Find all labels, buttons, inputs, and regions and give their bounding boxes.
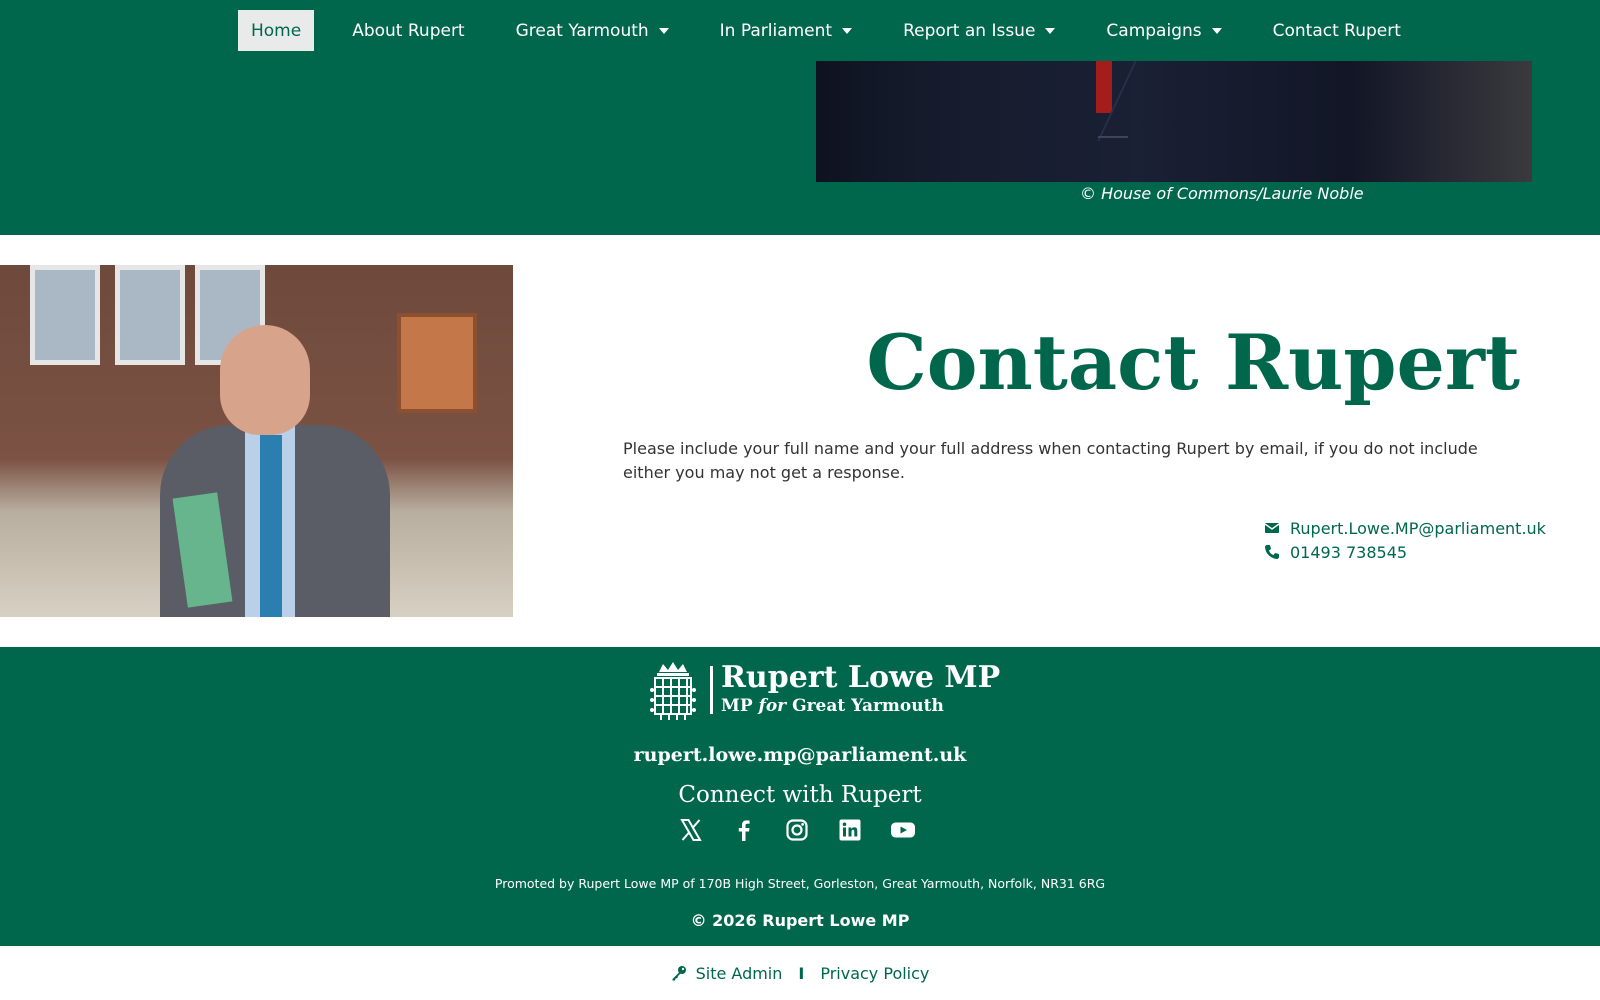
- nav-item-contact-rupert[interactable]: Contact Rupert: [1260, 10, 1414, 51]
- photo-window: [30, 265, 100, 365]
- photo-head: [220, 325, 310, 435]
- hero-pocket: [1098, 136, 1128, 138]
- linkedin-icon[interactable]: [837, 817, 863, 843]
- nav-list: Home About Rupert Great Yarmouth In Parl…: [238, 10, 1414, 51]
- nav-item-home[interactable]: Home: [238, 10, 315, 51]
- privacy-policy-label: Privacy Policy: [820, 963, 930, 983]
- photo-poster: [397, 313, 477, 413]
- hero-banner: [0, 61, 1600, 235]
- phone-link[interactable]: 01493 738545: [1264, 540, 1546, 564]
- logo-sub-prefix: MP: [721, 696, 753, 716]
- privacy-policy-link[interactable]: Privacy Policy: [820, 964, 929, 983]
- caret-down-icon: [1045, 27, 1056, 34]
- nav-item-about-rupert[interactable]: About Rupert: [339, 10, 477, 51]
- nav-item-great-yarmouth[interactable]: Great Yarmouth: [503, 10, 682, 51]
- photo-credit: © House of Commons/Laurie Noble: [1080, 184, 1364, 203]
- footer: Rupert Lowe MP MP for Great Yarmouth rup…: [0, 647, 1600, 946]
- phone-text: 01493 738545: [1290, 542, 1408, 562]
- page-title: Contact Rupert: [866, 318, 1520, 407]
- email-link[interactable]: Rupert.Lowe.MP@parliament.uk: [1264, 516, 1546, 540]
- nav-label: Report an Issue: [903, 20, 1036, 41]
- email-text: Rupert.Lowe.MP@parliament.uk: [1290, 518, 1546, 538]
- caret-down-icon: [842, 27, 853, 34]
- copyright: © 2026 Rupert Lowe MP: [690, 911, 910, 930]
- nav-item-report-an-issue[interactable]: Report an Issue: [890, 10, 1068, 51]
- link-separator: I: [798, 963, 805, 983]
- contact-instructions: Please include your full name and your f…: [623, 439, 1478, 482]
- caret-down-icon: [1211, 27, 1222, 34]
- nav-label: Great Yarmouth: [515, 20, 649, 41]
- contact-details: Rupert.Lowe.MP@parliament.uk 01493 73854…: [1264, 516, 1546, 564]
- photo-person: [160, 325, 390, 617]
- logo-name: Rupert Lowe MP: [721, 660, 1001, 695]
- footer-logo[interactable]: Rupert Lowe MP MP for Great Yarmouth: [649, 660, 1000, 722]
- portcullis-icon: [650, 662, 696, 720]
- connect-heading: Connect with Rupert: [678, 782, 922, 808]
- nav-label: Home: [251, 20, 302, 41]
- nav-label: About Rupert: [352, 20, 465, 41]
- logo-divider: [710, 666, 713, 714]
- nav-item-campaigns[interactable]: Campaigns: [1093, 10, 1234, 51]
- rupert-photo: [0, 265, 513, 617]
- x-icon[interactable]: [678, 817, 704, 843]
- hero-portrait-image: [816, 61, 1532, 182]
- top-navigation: Home About Rupert Great Yarmouth In Parl…: [0, 0, 1600, 61]
- key-icon: [672, 966, 686, 981]
- caret-down-icon: [658, 27, 669, 34]
- logo-subtitle: MP for Great Yarmouth: [721, 696, 944, 716]
- footer-email-link[interactable]: rupert.lowe.mp@parliament.uk: [0, 744, 1600, 766]
- logo-sub-for: for: [758, 696, 787, 716]
- social-links: [678, 817, 943, 843]
- hero-tie: [1096, 61, 1112, 113]
- facebook-icon[interactable]: [731, 817, 757, 843]
- site-admin-link[interactable]: Site Admin: [671, 963, 783, 983]
- photo-tie: [260, 435, 282, 617]
- bottom-links: Site Admin I Privacy Policy: [0, 946, 1600, 1000]
- nav-label: Contact Rupert: [1272, 20, 1401, 41]
- envelope-icon: [1264, 520, 1280, 536]
- nav-item-in-parliament[interactable]: In Parliament: [707, 10, 865, 51]
- nav-label: In Parliament: [719, 20, 833, 41]
- youtube-icon[interactable]: [890, 817, 916, 843]
- logo-sub-place: Great Yarmouth: [792, 696, 944, 716]
- instagram-icon[interactable]: [784, 817, 810, 843]
- phone-icon: [1264, 544, 1280, 560]
- nav-label: Campaigns: [1106, 20, 1202, 41]
- site-admin-label: Site Admin: [695, 963, 783, 983]
- promoted-by-text: Promoted by Rupert Lowe MP of 170B High …: [494, 876, 1106, 891]
